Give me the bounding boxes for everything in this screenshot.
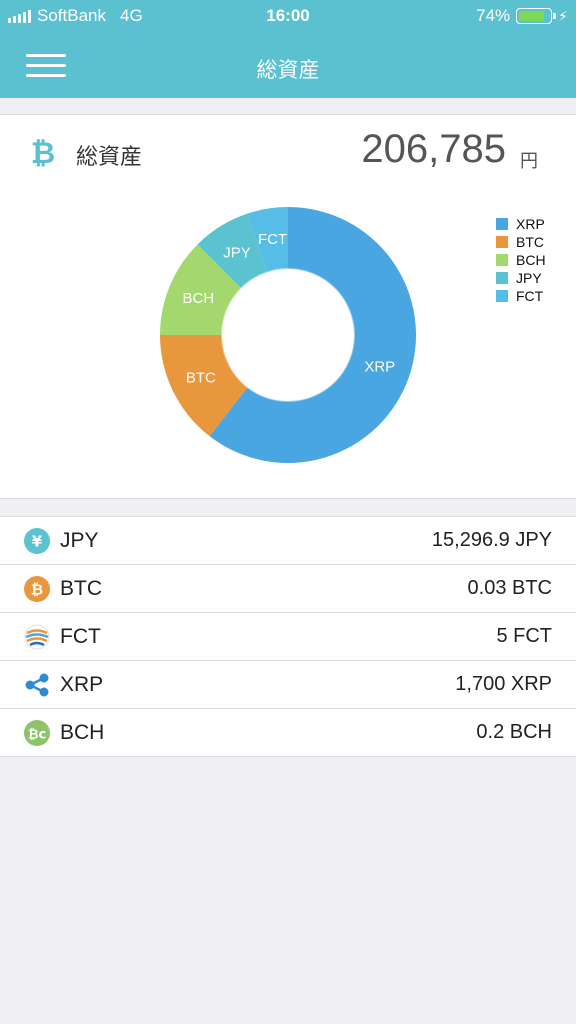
yen-icon: ¥ bbox=[24, 528, 50, 554]
status-bar: SoftBank 4G 16:00 74% ⚡ bbox=[0, 0, 576, 34]
asset-amount: 5 FCT bbox=[496, 625, 552, 647]
legend-swatch bbox=[496, 272, 508, 284]
factom-icon bbox=[24, 624, 50, 650]
donut-label-fct: FCT bbox=[258, 231, 287, 248]
total-assets-card: ₿ 総資産 206,785 円 XRP BTC BCH JPY FCT XRP BTC BC… bbox=[0, 114, 576, 499]
asset-amount: 1,700 XRP bbox=[455, 673, 552, 695]
bitcoin-icon: ₿ bbox=[24, 576, 50, 602]
legend-label: BCH bbox=[516, 252, 546, 268]
total-label: 総資産 bbox=[76, 144, 143, 169]
legend-item-bch: BCH bbox=[496, 251, 546, 269]
total-value: 206,785 bbox=[361, 127, 506, 171]
asset-name: FCT bbox=[60, 625, 101, 648]
legend-label: JPY bbox=[516, 270, 542, 286]
donut-hole bbox=[229, 276, 347, 394]
asset-name: XRP bbox=[60, 673, 104, 696]
asset-amount: 0.2 BCH bbox=[476, 721, 552, 743]
svg-text:¥: ¥ bbox=[32, 533, 43, 551]
bitcoin-cash-icon: ₿c bbox=[24, 720, 50, 746]
bitcoin-icon: ₿ bbox=[31, 136, 55, 169]
page-title: 総資産 bbox=[256, 59, 320, 82]
legend-item-btc: BTC bbox=[496, 233, 546, 251]
legend-item-fct: FCT bbox=[496, 287, 546, 305]
legend-swatch bbox=[496, 254, 508, 266]
chart-legend: XRP BTC BCH JPY FCT bbox=[496, 215, 546, 305]
asset-name: BTC bbox=[60, 577, 102, 600]
asset-row-jpy[interactable]: ¥ JPY 15,296.9 JPY bbox=[0, 517, 576, 565]
ripple-icon bbox=[25, 673, 49, 697]
asset-name: JPY bbox=[60, 529, 99, 552]
legend-label: FCT bbox=[516, 288, 544, 304]
donut-label-jpy: JPY bbox=[223, 244, 251, 261]
donut-label-bch: BCH bbox=[183, 290, 215, 307]
asset-row-fct[interactable]: FCT 5 FCT bbox=[0, 613, 576, 661]
asset-amount: 0.03 BTC bbox=[467, 577, 552, 599]
legend-label: BTC bbox=[516, 234, 544, 250]
battery-percent: 74% bbox=[476, 6, 511, 25]
legend-label: XRP bbox=[516, 216, 545, 232]
asset-row-xrp[interactable]: XRP 1,700 XRP bbox=[0, 661, 576, 709]
nav-bar: 総資産 bbox=[0, 34, 576, 98]
svg-text:₿: ₿ bbox=[31, 136, 55, 169]
legend-item-xrp: XRP bbox=[496, 215, 546, 233]
asset-row-btc[interactable]: ₿ BTC 0.03 BTC bbox=[0, 565, 576, 613]
legend-swatch bbox=[496, 236, 508, 248]
battery-icon bbox=[516, 8, 557, 24]
svg-text:₿c: ₿c bbox=[28, 728, 46, 743]
legend-item-jpy: JPY bbox=[496, 269, 546, 287]
asset-name: BCH bbox=[60, 721, 105, 744]
asset-list: ¥ JPY 15,296.9 JPY ₿ BTC 0.03 BTC FCT 5 FCT XRP 1… bbox=[0, 516, 576, 757]
asset-donut-chart: XRP BTC BCH JPY FCT bbox=[160, 207, 416, 463]
total-unit: 円 bbox=[520, 151, 538, 171]
legend-swatch bbox=[496, 218, 508, 230]
svg-text:₿: ₿ bbox=[31, 581, 43, 599]
donut-label-xrp: XRP bbox=[364, 358, 395, 375]
asset-row-bch[interactable]: ₿c BCH 0.2 BCH bbox=[0, 709, 576, 756]
legend-swatch bbox=[496, 290, 508, 302]
charging-icon: ⚡ bbox=[558, 7, 568, 24]
status-right: 74% ⚡ bbox=[476, 6, 568, 26]
asset-amount: 15,296.9 JPY bbox=[431, 529, 552, 551]
donut-label-btc: BTC bbox=[186, 370, 216, 387]
